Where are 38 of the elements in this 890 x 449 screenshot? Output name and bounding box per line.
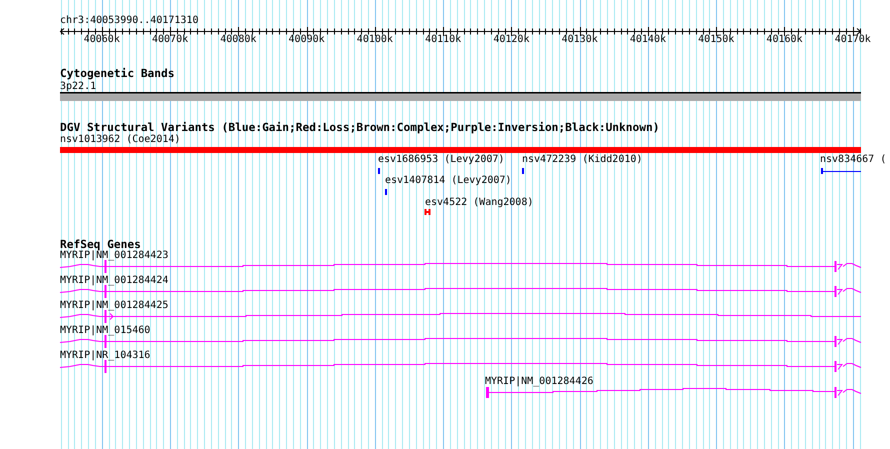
tick-label: 40130k [562, 35, 598, 45]
gene-label: MYRIP|NM_001284425 [60, 301, 168, 311]
gene-label: MYRIP|NM_001284424 [60, 276, 168, 286]
gene-model-drawing[interactable] [60, 360, 862, 373]
variant-label: esv1407814 (Levy2007) [385, 176, 512, 186]
variant-label: nsv834667 ( [820, 155, 886, 165]
ruler-range-label: chr3:40053990..40171310 [60, 16, 198, 26]
gene-model-drawing[interactable] [60, 285, 862, 298]
gene-label: MYRIP|NR_104316 [60, 351, 150, 361]
band-label: 3p22.1 [60, 82, 96, 92]
gene-label: MYRIP|NM_001284423 [60, 251, 168, 261]
gene-model-drawing[interactable] [60, 335, 862, 348]
track-title: DGV Structural Variants (Blue:Gain;Red:Loss;Brown:Complex;Purple:Inversion;Black:Unknown) [60, 122, 660, 134]
gene-model-drawing[interactable] [486, 387, 862, 398]
variant-label: esv4522 (Wang2008) [425, 198, 534, 208]
tick-label: 40060k [84, 35, 120, 45]
gene-model-drawing[interactable] [60, 310, 862, 323]
gene-label: MYRIP|NM_015460 [60, 326, 150, 336]
cytoband-bar[interactable] [60, 92, 861, 101]
gene-label: MYRIP|NM_001284426 [485, 377, 594, 387]
variant-mark[interactable] [424, 208, 430, 216]
tick-label: 40100k [356, 35, 393, 45]
gene-model-drawing[interactable] [60, 260, 862, 273]
tick-label: 40110k [425, 35, 462, 45]
tick-label: 40150k [698, 35, 734, 45]
variant-label: esv1686953 (Levy2007) [378, 155, 504, 165]
tick-label: 40160k [766, 35, 803, 45]
tick-label: 40120k [493, 35, 530, 45]
variant-label: nsv472239 (Kidd2010) [522, 155, 642, 165]
variant-span[interactable] [821, 168, 862, 174]
tick-label: 40140k [630, 35, 666, 45]
tick-label: 40170k [834, 35, 871, 45]
tick-label: 40070k [152, 35, 188, 45]
track-title: RefSeq Genes [60, 239, 141, 250]
track-title: Cytogenetic Bands [60, 68, 175, 80]
tick-label: 40090k [288, 35, 325, 45]
tick-label: 40080k [220, 35, 256, 45]
variant-label: nsv1013962 (Coe2014) [60, 135, 180, 145]
